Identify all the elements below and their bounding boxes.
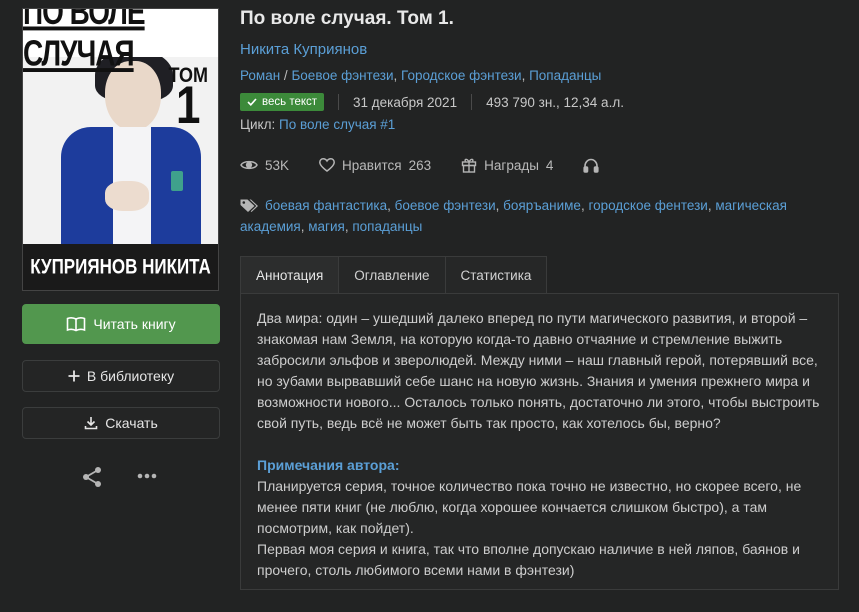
cover-art-hand — [105, 181, 149, 211]
tab-bar: Аннотация Оглавление Статистика — [240, 256, 548, 294]
tag-link[interactable]: боевое фэнтези — [395, 198, 496, 213]
book-author-link[interactable]: Никита Куприянов — [240, 41, 367, 58]
book-cycle: Цикл: По воле случая #1 — [240, 117, 396, 132]
annotation-text: Два мира: один – ушедший далеко вперед п… — [257, 310, 820, 431]
genre-list: Роман / Боевое фэнтези, Городское фэнтез… — [240, 68, 602, 83]
eye-icon — [240, 160, 258, 170]
tag-link[interactable]: боевая фантастика — [265, 198, 387, 213]
check-icon — [247, 98, 257, 106]
plus-icon — [68, 370, 80, 382]
genre-link[interactable]: Роман — [240, 68, 280, 83]
gift-icon — [461, 158, 477, 173]
genre-link[interactable]: Боевое фэнтези — [291, 68, 393, 83]
author-notes-text: Планируется серия, точное количество пок… — [257, 478, 802, 536]
share-icon[interactable] — [81, 466, 103, 488]
cycle-link[interactable]: По воле случая #1 — [279, 117, 395, 132]
tags-icon — [240, 199, 258, 212]
book-size: 493 790 зн., 12,34 а.л. — [486, 94, 624, 110]
author-notes-title: Примечания автора: — [257, 457, 400, 473]
genre-link[interactable]: Городское фэнтези — [401, 68, 522, 83]
read-book-label: Читать книгу — [93, 316, 176, 332]
book-meta: весь текст 31 декабря 2021 493 790 зн., … — [240, 92, 624, 112]
download-button[interactable]: Скачать — [22, 407, 220, 439]
tag-link[interactable]: бояръаниме — [503, 198, 581, 213]
publish-date: 31 декабря 2021 — [353, 94, 458, 110]
cover-volume: ТОМ 1 — [168, 62, 208, 135]
likes-stat[interactable]: Нравится 263 — [319, 158, 431, 173]
views-stat: 53K — [240, 158, 289, 173]
tab-statistics[interactable]: Статистика — [444, 256, 548, 294]
cover-title: ПО ВОЛЕ СЛУЧАЯ — [23, 9, 218, 73]
tag-list: боевая фантастика, боевое фэнтези, бояръ… — [240, 198, 787, 234]
headphones-icon — [583, 158, 600, 173]
add-to-library-button[interactable]: В библиотеку — [22, 360, 220, 392]
awards-stat[interactable]: Награды 4 — [461, 157, 553, 173]
divider — [338, 94, 340, 110]
tab-annotation[interactable]: Аннотация — [240, 256, 340, 294]
status-badge: весь текст — [240, 93, 325, 111]
tag-link[interactable]: городское фентези — [588, 198, 707, 213]
annotation-panel: Два мира: один – ушедший далеко вперед п… — [240, 293, 839, 590]
author-notes-text: Первая моя серия и книга, так что вполне… — [257, 541, 800, 578]
divider — [471, 94, 473, 110]
book-cover: ПО ВОЛЕ СЛУЧАЯ ТОМ 1 КУПРИЯНОВ НИКИТА — [22, 8, 219, 291]
more-options-icon[interactable] — [137, 472, 157, 480]
genre-link[interactable]: Попаданцы — [529, 68, 601, 83]
read-book-button[interactable]: Читать книгу — [22, 304, 220, 344]
cover-art-badge — [171, 171, 183, 191]
tag-link[interactable]: попаданцы — [352, 219, 422, 234]
heart-icon — [319, 158, 335, 172]
book-title: По воле случая. Том 1. — [240, 8, 454, 29]
audiobook-stat[interactable] — [583, 158, 600, 173]
tab-contents[interactable]: Оглавление — [338, 256, 446, 294]
cover-author: КУПРИЯНОВ НИКИТА — [23, 244, 218, 290]
tag-link[interactable]: магия — [308, 219, 345, 234]
download-label: Скачать — [105, 415, 158, 431]
add-to-library-label: В библиотеку — [86, 368, 175, 384]
book-stats: 53K Нравится 263 Награды 4 — [240, 155, 629, 175]
book-open-icon — [67, 317, 86, 332]
download-icon — [84, 417, 98, 430]
